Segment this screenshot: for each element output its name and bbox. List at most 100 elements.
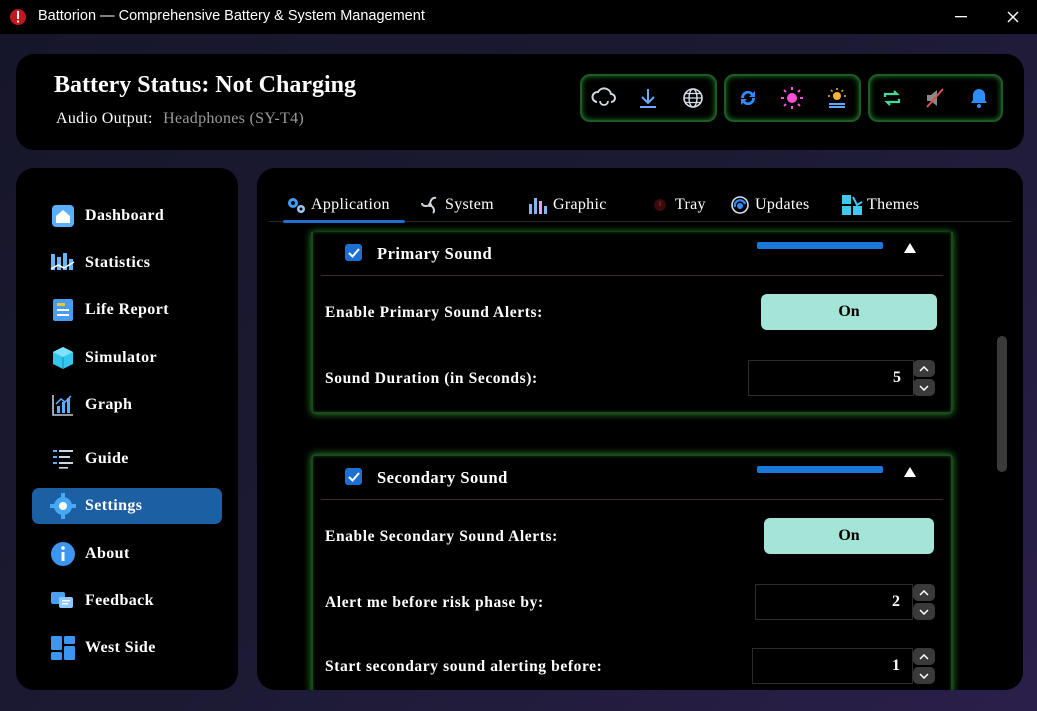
sidebar-item-label: About: [85, 545, 130, 562]
bar-chart-icon: [527, 194, 549, 216]
sidebar-item-label: Graph: [85, 396, 133, 413]
enable-secondary-toggle[interactable]: On: [764, 518, 934, 554]
sidebar-item-feedback[interactable]: Feedback: [32, 583, 222, 619]
scrollbar-thumb[interactable]: [997, 336, 1007, 472]
sync-icon[interactable]: [732, 82, 764, 114]
sidebar-item-label: Dashboard: [85, 207, 165, 224]
tab-label: Graphic: [553, 196, 607, 213]
primary-sound-section: Primary Sound Enable Primary Sound Alert…: [311, 232, 953, 414]
start-alerting-stepper: [913, 648, 935, 684]
statistics-icon: [50, 250, 76, 276]
sidebar-item-guide[interactable]: Guide: [32, 441, 222, 477]
close-button[interactable]: [990, 0, 1036, 34]
sidebar-item-simulator[interactable]: Simulator: [32, 340, 222, 376]
tray-icon: [649, 194, 671, 216]
refresh-cloud-icon[interactable]: [588, 82, 620, 114]
download-icon[interactable]: [632, 82, 664, 114]
audio-output: Audio Output: Headphones (SY-T4): [56, 110, 304, 128]
risk-phase-label: Alert me before risk phase by:: [325, 594, 544, 611]
bell-icon[interactable]: [963, 82, 995, 114]
tab-themes[interactable]: Themes: [841, 188, 919, 222]
collapse-arrow-icon[interactable]: [903, 241, 917, 253]
gear-icon: [50, 493, 76, 519]
sidebar-item-label: West Side: [85, 639, 156, 656]
decrement-button[interactable]: [913, 379, 935, 396]
tab-label: Updates: [755, 196, 810, 213]
battery-status-title: Battery Status: Not Charging: [54, 72, 356, 98]
sidebar: Dashboard Statistics Life Report Simulat…: [16, 168, 238, 690]
increment-button[interactable]: [913, 360, 935, 377]
collapse-arrow-icon[interactable]: [903, 465, 917, 477]
header-button-group-1: [580, 74, 717, 122]
sidebar-item-about[interactable]: About: [32, 536, 222, 572]
minimize-button[interactable]: [938, 0, 984, 34]
risk-phase-spinbox[interactable]: 2: [755, 584, 913, 620]
risk-phase-stepper: [913, 584, 935, 620]
battorion-logo-icon: [8, 7, 28, 27]
enable-secondary-label: Enable Secondary Sound Alerts:: [325, 528, 558, 545]
tab-tray[interactable]: Tray: [649, 188, 706, 222]
secondary-sound-section: Secondary Sound Enable Secondary Sound A…: [311, 454, 953, 690]
report-icon: [50, 297, 76, 323]
primary-sound-title: Primary Sound: [377, 244, 493, 263]
enable-primary-toggle[interactable]: On: [761, 294, 937, 330]
sound-duration-label: Sound Duration (in Seconds):: [325, 370, 538, 387]
globe-icon[interactable]: [677, 82, 709, 114]
header-panel: Battery Status: Not Charging Audio Outpu…: [16, 54, 1024, 150]
grid-icon: [50, 635, 76, 661]
tab-label: Tray: [675, 196, 706, 213]
themes-icon: [841, 194, 863, 216]
brightness-icon[interactable]: [776, 82, 808, 114]
tab-graphic[interactable]: Graphic: [527, 188, 607, 222]
gears-icon: [285, 194, 307, 216]
secondary-sound-progress: [757, 466, 883, 473]
sidebar-item-life-report[interactable]: Life Report: [32, 292, 222, 328]
secondary-sound-title: Secondary Sound: [377, 468, 508, 487]
tab-label: System: [445, 196, 494, 213]
header-button-group-2: [724, 74, 861, 122]
feedback-icon: [50, 588, 76, 614]
sidebar-item-graph[interactable]: Graph: [32, 387, 222, 423]
sidebar-item-label: Feedback: [85, 592, 154, 609]
start-alerting-label: Start secondary sound alerting before:: [325, 658, 603, 675]
sidebar-item-label: Statistics: [85, 254, 151, 271]
sidebar-item-label: Life Report: [85, 301, 169, 318]
fan-icon: [419, 194, 441, 216]
tab-updates[interactable]: Updates: [729, 188, 810, 222]
increment-button[interactable]: [913, 584, 935, 601]
home-icon: [50, 203, 76, 229]
tab-label: Application: [311, 196, 390, 213]
sidebar-item-settings[interactable]: Settings: [32, 488, 222, 524]
settings-tab-bar: Application System Graphic Tray Updates: [269, 188, 1011, 223]
window-title: Battorion — Comprehensive Battery & Syst…: [38, 8, 425, 24]
audio-output-label: Audio Output:: [56, 110, 153, 127]
primary-sound-checkbox[interactable]: [345, 244, 362, 261]
tab-system[interactable]: System: [419, 188, 494, 222]
decrement-button[interactable]: [913, 603, 935, 620]
info-icon: [50, 541, 76, 567]
secondary-sound-header: Secondary Sound: [321, 456, 943, 500]
sidebar-item-label: Simulator: [85, 349, 158, 366]
sidebar-item-label: Settings: [85, 497, 143, 514]
start-alerting-value: 1: [892, 657, 900, 674]
sound-duration-spinbox[interactable]: 5: [748, 360, 914, 396]
tab-application[interactable]: Application: [283, 188, 405, 223]
title-bar: Battorion — Comprehensive Battery & Syst…: [0, 0, 1037, 34]
risk-phase-value: 2: [892, 593, 900, 610]
sound-duration-stepper: [913, 360, 935, 396]
start-alerting-spinbox[interactable]: 1: [752, 648, 913, 684]
mute-icon[interactable]: [919, 82, 951, 114]
sidebar-item-label: Guide: [85, 450, 129, 467]
sound-duration-value: 5: [893, 369, 901, 386]
graph-icon: [50, 392, 76, 418]
settings-panel: Application System Graphic Tray Updates: [257, 168, 1023, 690]
increment-button[interactable]: [913, 648, 935, 665]
sidebar-item-dashboard[interactable]: Dashboard: [32, 198, 222, 234]
secondary-sound-checkbox[interactable]: [345, 468, 362, 485]
display-settings-icon[interactable]: [821, 82, 853, 114]
sidebar-item-statistics[interactable]: Statistics: [32, 245, 222, 281]
primary-sound-progress: [757, 242, 883, 249]
repeat-icon[interactable]: [876, 82, 908, 114]
decrement-button[interactable]: [913, 667, 935, 684]
sidebar-item-west-side[interactable]: West Side: [32, 630, 222, 666]
